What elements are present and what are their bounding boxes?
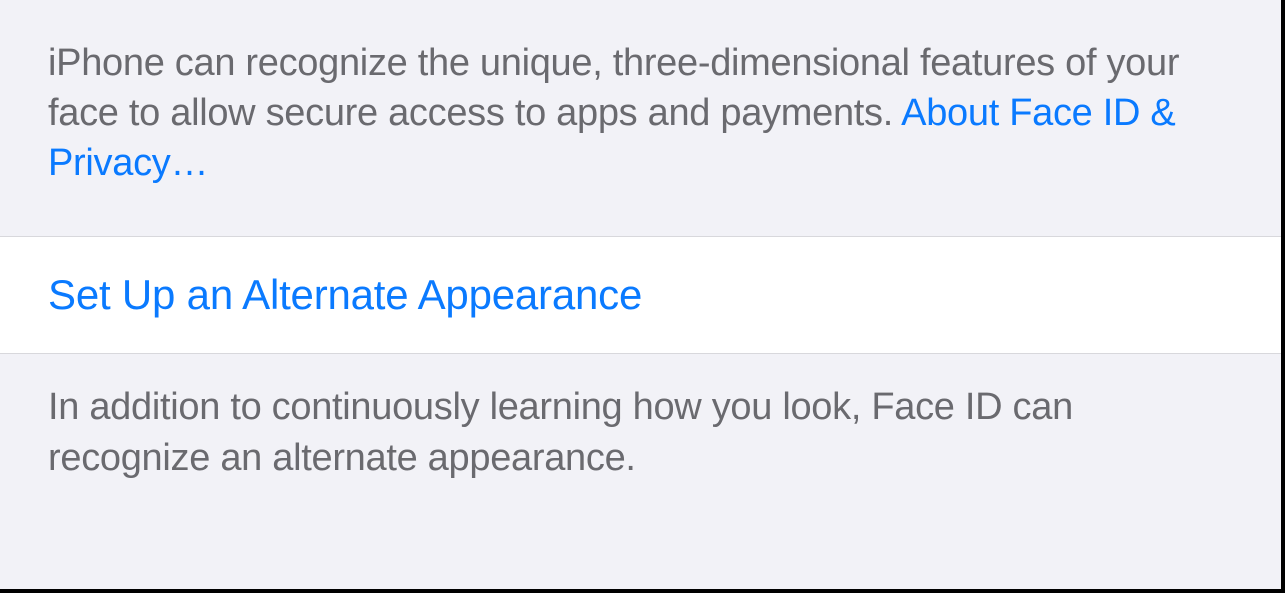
faceid-section-description: iPhone can recognize the unique, three-d… bbox=[0, 0, 1281, 236]
setup-alternate-appearance-label: Set Up an Alternate Appearance bbox=[48, 271, 642, 318]
setup-alternate-appearance-cell[interactable]: Set Up an Alternate Appearance bbox=[0, 236, 1281, 354]
alternate-appearance-footer: In addition to continuously learning how… bbox=[0, 354, 1281, 510]
alternate-appearance-footer-text: In addition to continuously learning how… bbox=[48, 386, 1073, 478]
